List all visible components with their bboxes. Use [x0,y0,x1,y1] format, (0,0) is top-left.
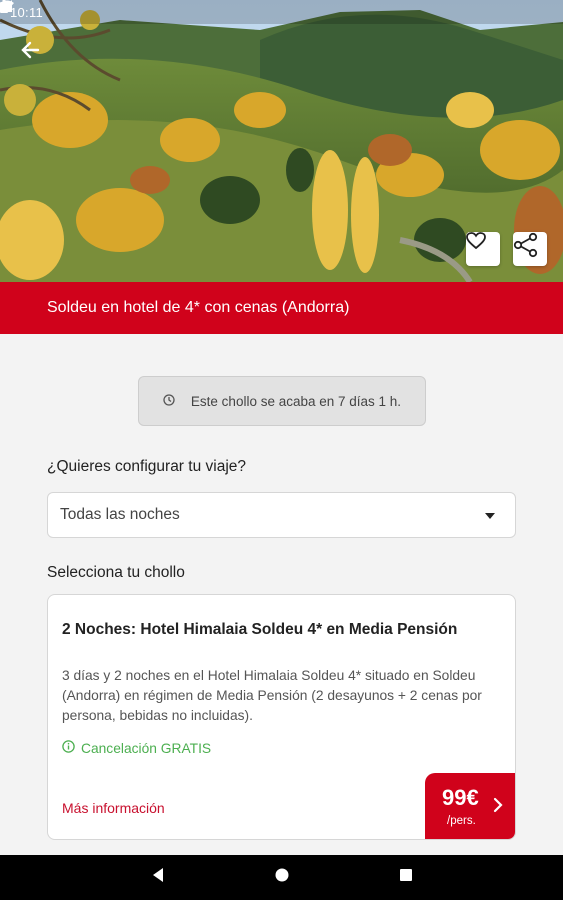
status-bar: 10:11 [0,0,563,24]
favorite-button[interactable] [466,232,500,266]
deal-title-banner: Soldeu en hotel de 4* con cenas (Andorra… [0,282,563,334]
price-button[interactable]: 99€ /pers. [425,773,515,839]
nav-back-button[interactable] [146,866,170,890]
nights-dropdown[interactable]: Todas las noches [47,492,516,538]
configure-trip-label: ¿Quieres configurar tu viaje? [47,458,247,475]
home-circle-icon [274,867,290,888]
chevron-right-icon [493,797,503,818]
countdown-badge: Este chollo se acaba en 7 días 1 h. [138,376,426,426]
back-button[interactable] [20,40,48,68]
info-circle-icon [62,740,75,756]
hero-image: 10:11 [0,0,563,282]
back-triangle-icon [151,867,165,888]
deal-description: 3 días y 2 noches en el Hotel Himalaia S… [62,668,482,723]
page-title: Soldeu en hotel de 4* con cenas (Andorra… [47,299,350,316]
more-info-link[interactable]: Más información [62,800,165,816]
price-unit: /pers. [447,815,476,827]
nav-recents-button[interactable] [394,866,418,890]
nav-home-button[interactable] [270,866,294,890]
countdown-text: Este chollo se acaba en 7 días 1 h. [190,393,402,409]
select-deal-label: Selecciona tu chollo [47,564,185,581]
deal-card[interactable]: 2 Noches: Hotel Himalaia Soldeu 4* en Me… [47,594,516,840]
status-time: 10:11 [10,4,44,20]
cancellation-text: Cancelación GRATIS [81,740,212,756]
share-button[interactable] [513,232,547,266]
recents-square-icon [399,868,413,887]
price-amount: 99€ [442,785,479,810]
deal-title: 2 Noches: Hotel Himalaia Soldeu 4* en Me… [62,621,458,638]
clock-icon [163,393,175,409]
dropdown-value: Todas las noches [60,506,180,523]
free-cancellation: Cancelación GRATIS [62,740,211,756]
dropdown-arrow-icon [485,506,495,524]
system-nav-bar [0,855,563,900]
